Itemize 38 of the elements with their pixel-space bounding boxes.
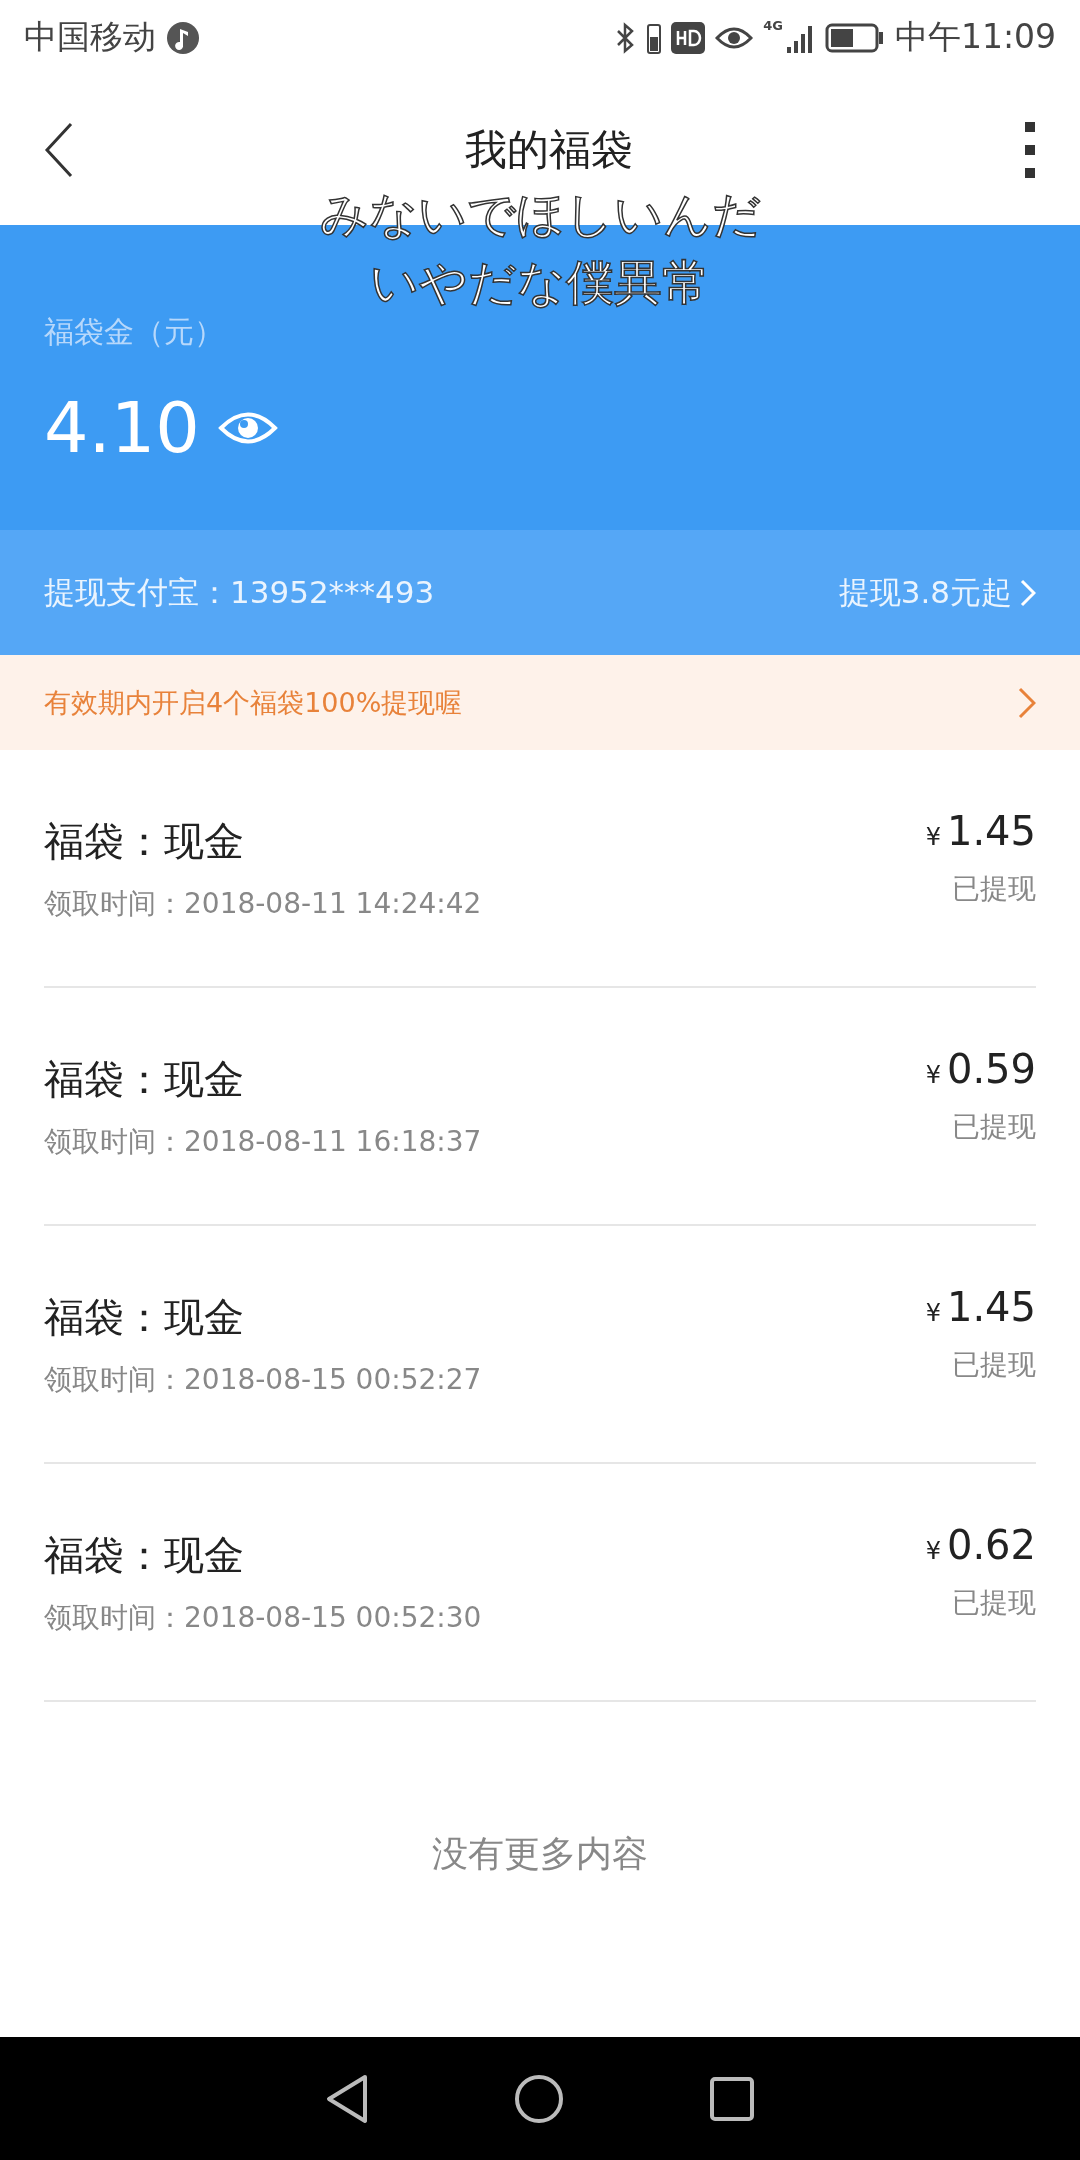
more-icon[interactable] [1024, 122, 1036, 178]
notice-text: 有效期内开启4个福袋100%提现喔 [44, 685, 463, 720]
home-icon[interactable] [514, 2073, 564, 2124]
caption-text: いやだな僕異常 [370, 253, 710, 312]
withdraw-account: 提现支付宝：13952***493 [44, 572, 435, 612]
page-title: 我的福袋 [465, 124, 633, 176]
network-label: 4G [763, 18, 783, 33]
back-icon[interactable] [44, 122, 74, 178]
record-title: 福袋：现金 [44, 816, 245, 866]
balance-amount: 4.10 [44, 393, 200, 463]
record-time: 领取时间：2018-08-15 00:52:27 [44, 1361, 482, 1398]
chevron-icon [1020, 578, 1036, 607]
record-status: 已提现 [952, 1109, 1036, 1145]
clock-time: 中午11:09 [894, 16, 1056, 58]
notice-bar[interactable]: 有效期内开启4个福袋100%提现喔 [0, 655, 1080, 750]
hd-icon [671, 21, 706, 54]
record-time: 领取时间：2018-08-11 14:24:42 [44, 885, 482, 922]
record-title: 福袋：现金 [44, 1292, 245, 1342]
recents-icon[interactable] [709, 2075, 755, 2122]
record-status: 已提现 [952, 1585, 1036, 1621]
record-amount: ¥0.62 [925, 1522, 1036, 1568]
balance-label: 福袋金（元） [44, 313, 225, 351]
record-time: 领取时间：2018-08-11 16:18:37 [44, 1123, 482, 1160]
back-icon[interactable] [325, 2073, 369, 2124]
carrier-name: 中国移动 [24, 16, 156, 58]
record-amount: ¥1.45 [925, 808, 1036, 854]
record-status: 已提现 [952, 871, 1036, 907]
record-title: 福袋：现金 [44, 1530, 245, 1580]
battery-icon [824, 22, 885, 53]
end-of-list-text: 没有更多内容 [432, 1832, 648, 1876]
withdraw-link[interactable]: 提现3.8元起 [838, 571, 1036, 614]
record-amount: ¥1.45 [925, 1284, 1036, 1330]
record-title: 福袋：现金 [44, 1054, 245, 1104]
record-time: 领取时间：2018-08-15 00:52:30 [44, 1599, 482, 1636]
record-amount: ¥0.59 [925, 1046, 1036, 1092]
record-status: 已提现 [952, 1347, 1036, 1383]
chevron-icon [1018, 686, 1036, 719]
music-icon [166, 20, 200, 55]
